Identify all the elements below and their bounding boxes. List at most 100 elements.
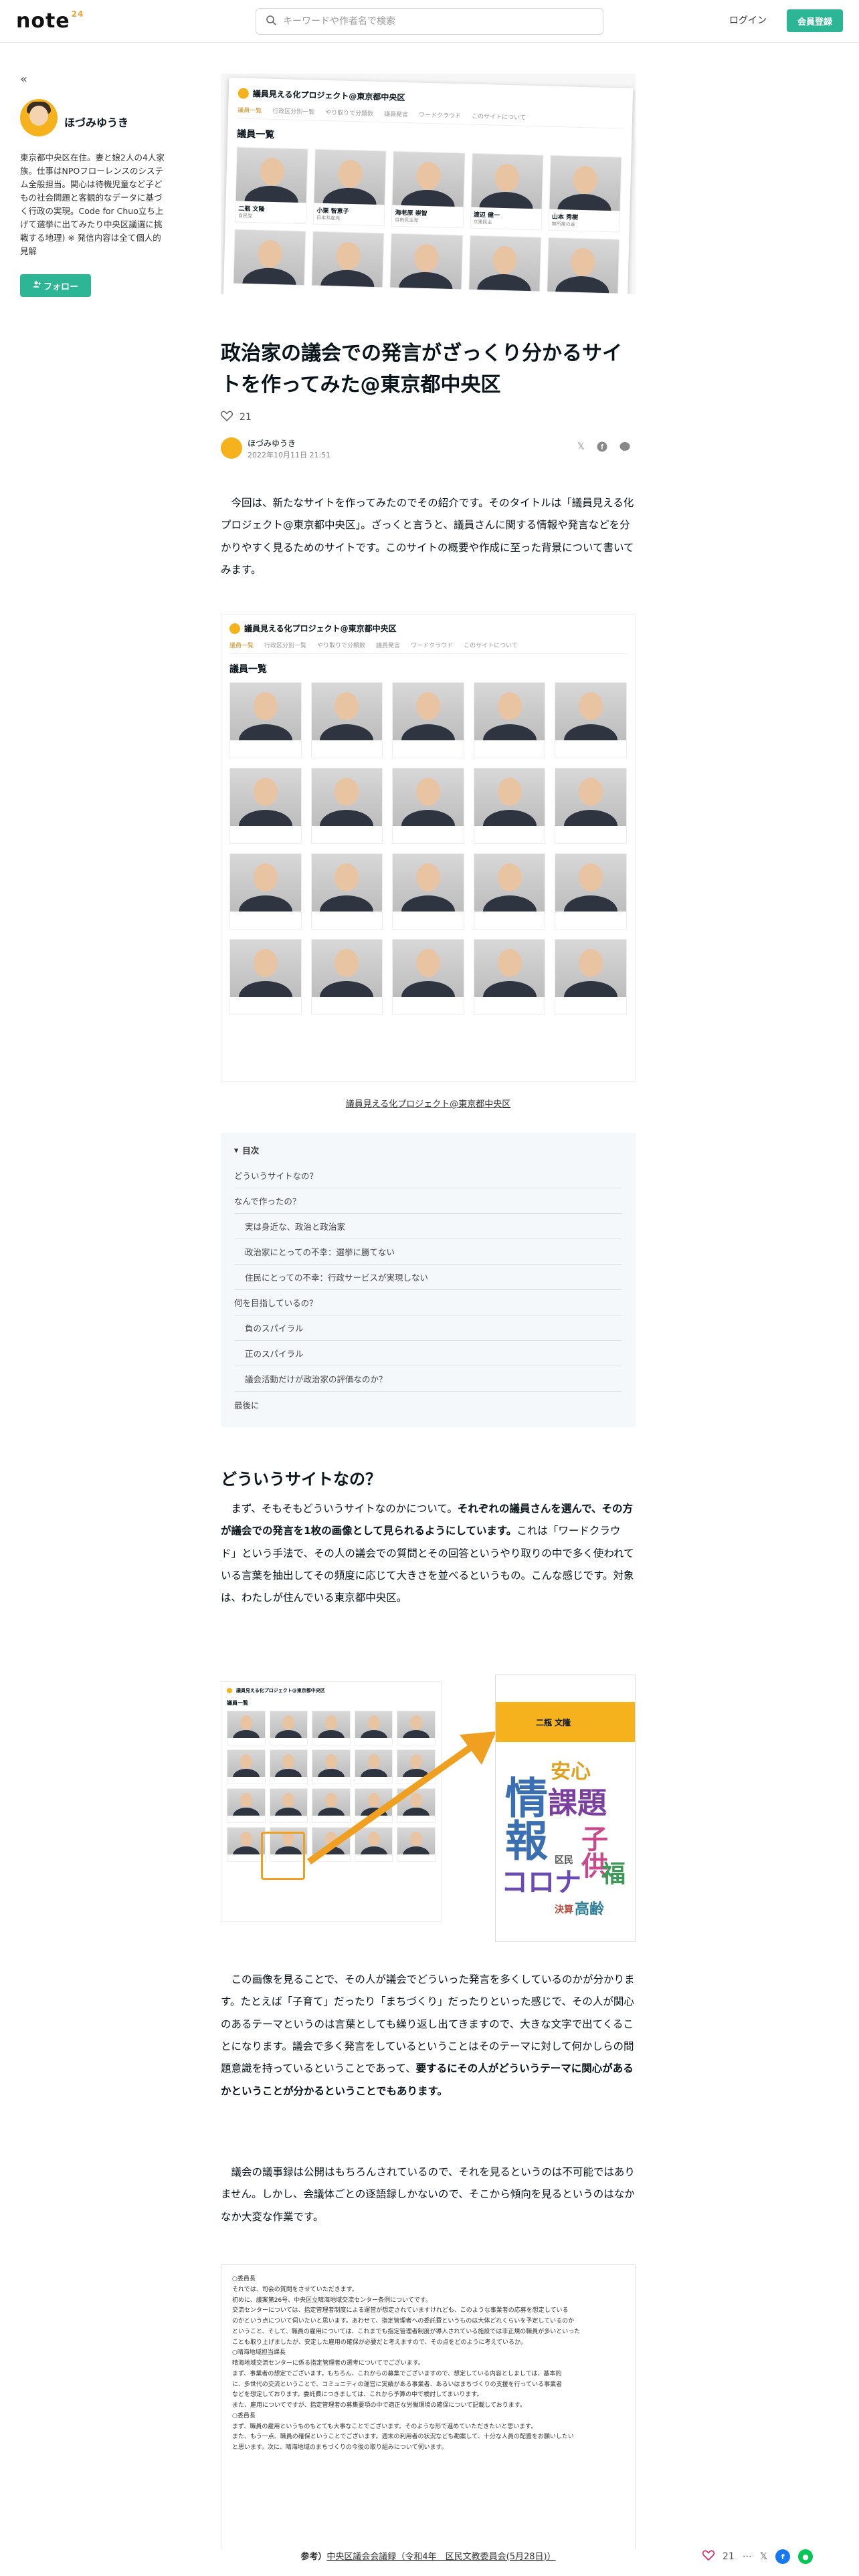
like-count: 21: [240, 412, 252, 423]
hero-heading: 議員一覧: [237, 128, 275, 140]
signup-button[interactable]: 会員登録: [787, 9, 843, 32]
member-card: 山本 秀樹 無所属の会: [548, 154, 622, 233]
line-share-icon[interactable]: [619, 441, 630, 455]
user-plus-icon: [33, 280, 41, 291]
member-card: [473, 939, 546, 1015]
minutes-line: のかという点について伺いたいと思います。あわせて、指定管理者への委託費というもの…: [232, 2318, 575, 2325]
member-photo: [311, 940, 383, 997]
site-logo-icon: [237, 88, 250, 99]
facebook-share-icon[interactable]: f: [775, 2549, 791, 2564]
search-input[interactable]: [283, 16, 593, 27]
word-cloud: 情報 安心 課題 子供 コロナ 福 高齢 決算 区民: [498, 1762, 631, 1936]
follow-label: フォロー: [43, 282, 78, 292]
member-photo: [474, 683, 545, 740]
note-logo[interactable]: note 24: [16, 9, 84, 33]
toc-item[interactable]: 住民にとっての不幸：行政サービスが実現しない: [234, 1265, 622, 1290]
like-heart-icon[interactable]: [221, 411, 233, 424]
floating-action-bar: 21 ⋯ 𝕏 f ●: [702, 2549, 814, 2564]
share-icons: 𝕏 f: [577, 441, 630, 455]
member-party: 自由民主党: [395, 217, 419, 223]
minutes-line: 交流センターについては、指定管理者制度による運営が想定されていますけれども、この…: [232, 2307, 569, 2315]
minutes-caption-link[interactable]: 中央区議会会議録（令和4年 区民文教委員会(5月28日)）: [326, 2552, 555, 2562]
minutes-caption: 参考）中央区議会会議録（令和4年 区民文教委員会(5月28日)）: [221, 2549, 636, 2562]
member-card: [473, 768, 546, 844]
member-party: 自民党: [237, 213, 253, 219]
toc-item[interactable]: なんで作ったの？: [234, 1188, 622, 1214]
shot-heading: 議員一覧: [229, 664, 267, 675]
cloud-word: 決算: [555, 1905, 573, 1915]
sidebar-author-name[interactable]: ほづみゆうき: [64, 114, 128, 130]
site-screenshot-image: 議員見える化プロジェクト@東京都中央区 議員一覧 行政区分別一覧 やり取りで分類…: [221, 614, 636, 1082]
x-share-icon[interactable]: 𝕏: [577, 441, 585, 455]
toc-item[interactable]: 正のスパイラル: [234, 1341, 622, 1366]
member-card: 二瓶 文隆 自民党: [234, 146, 308, 225]
x-share-icon[interactable]: 𝕏: [760, 2551, 767, 2562]
floating-like-count: 21: [723, 2551, 735, 2562]
minutes-line: まず、事業者の想定でございます。もちろん、これからの募集でございますので、想定し…: [232, 2370, 562, 2377]
minutes-line: と思います。次に、晴海地域のまちづくりの今後の取り組みについて伺います。: [232, 2444, 448, 2451]
article-title: 政治家の議会での発言がざっくり分かるサイトを作ってみた@東京都中央区: [221, 342, 622, 397]
member-card: [555, 853, 627, 930]
member-photo: [474, 940, 545, 997]
chevron-down-icon: ▾: [234, 1145, 239, 1155]
wordcloud-diagram-image: 議員見える化プロジェクト@東京都中央区 議員一覧 二瓶 文隆 情報 安心 課題 …: [221, 1668, 636, 1949]
hero-site-title-text: 議員見える化プロジェクト@東京都中央区: [252, 89, 405, 103]
follow-button[interactable]: フォロー: [20, 274, 91, 297]
member-photo: [555, 768, 626, 826]
toc-item[interactable]: 最後に: [234, 1392, 622, 1417]
member-photo: [311, 683, 383, 740]
search-bar[interactable]: [256, 8, 603, 35]
member-photo: [547, 237, 619, 294]
shot-tab: 議員一覧: [229, 643, 254, 649]
line-share-icon[interactable]: ●: [798, 2549, 814, 2564]
cloud-word: 区民: [555, 1855, 573, 1866]
member-card: [229, 768, 302, 844]
member-card: 海老原 崇智 自由民主党: [391, 150, 466, 229]
paragraph-3: 議会の議事録は公開はもちろんされているので、それを見るというのは不可能ではありま…: [221, 2166, 635, 2223]
toc-item[interactable]: 政治家にとっての不幸：選挙に勝てない: [234, 1239, 622, 1265]
member-photo: [230, 683, 301, 740]
wordcloud-member-bar: 二瓶 文隆: [496, 1702, 635, 1742]
hero-site-tabs: 議員一覧 行政区分別一覧 やり取りで分類数 議員発言 ワードクラウド このサイト…: [237, 105, 624, 129]
member-photo: [555, 854, 626, 911]
logo-badge: 24: [71, 9, 84, 19]
minutes-excerpt-image: ○委員長 それでは、司会の質問をさせていただきます。 初めに、議案第26号、中央…: [221, 2264, 636, 2552]
member-photo: [314, 149, 387, 205]
toc-item[interactable]: どういうサイトなの？: [234, 1163, 622, 1188]
shot-member-grid: [229, 682, 627, 1015]
toc-item[interactable]: 実は身近な、政治と政治家: [234, 1214, 622, 1239]
site-header: note24 ログイン 会員登録: [0, 0, 859, 43]
toc-item[interactable]: 何を目指しているの？: [234, 1290, 622, 1315]
minutes-line: まず、職員の雇用というものもとても大事なことでございます。そのような形で進めてい…: [232, 2423, 537, 2430]
shot-site-title: 議員見える化プロジェクト@東京都中央区: [229, 623, 627, 634]
facebook-share-icon[interactable]: f: [597, 441, 607, 455]
cloud-word: 課題: [548, 1786, 607, 1820]
toc-item[interactable]: 議会活動だけが政治家の評価なのか？: [234, 1366, 622, 1392]
minutes-line: ○委員長: [232, 2412, 256, 2420]
member-photo: [555, 940, 626, 997]
table-of-contents: ▾ 目次 どういうサイトなの？ なんで作ったの？ 実は身近な、政治と政治家 政治…: [221, 1133, 636, 1427]
member-photo: [312, 231, 384, 288]
member-card: [555, 939, 627, 1015]
like-heart-icon[interactable]: [702, 2550, 715, 2563]
collapse-sidebar-icon[interactable]: «: [20, 72, 27, 86]
login-link[interactable]: ログイン: [729, 13, 767, 27]
search-icon: [266, 15, 276, 28]
toc-item[interactable]: 負のスパイラル: [234, 1315, 622, 1341]
intro-paragraph: 今回は、新たなサイトを作ってみたのでその紹介です。そのタイトルは「議員見える化プ…: [221, 497, 634, 576]
wordcloud-panel: 二瓶 文隆 情報 安心 課題 子供 コロナ 福 高齢 決算 区民: [495, 1675, 636, 1942]
author-small-avatar[interactable]: [221, 437, 242, 459]
member-photo: [393, 768, 464, 826]
member-photo: [311, 768, 383, 826]
author-bio: 東京都中央区在住。妻と娘2人の4人家族。仕事はNPOフローレンスのシステム全般担…: [20, 152, 165, 256]
image-caption-link[interactable]: 議員見える化プロジェクト@東京都中央区: [221, 1097, 636, 1109]
author-avatar[interactable]: [20, 99, 58, 136]
more-icon[interactable]: ⋯: [743, 2551, 752, 2562]
author-name[interactable]: ほづみゆうき: [248, 437, 296, 449]
member-card: [555, 768, 627, 844]
member-photo: [230, 768, 301, 826]
highlight-box: [261, 1832, 305, 1880]
hero-tab: このサイトについて: [471, 113, 526, 122]
member-photo: [235, 147, 308, 203]
toc-header[interactable]: ▾ 目次: [234, 1144, 622, 1156]
